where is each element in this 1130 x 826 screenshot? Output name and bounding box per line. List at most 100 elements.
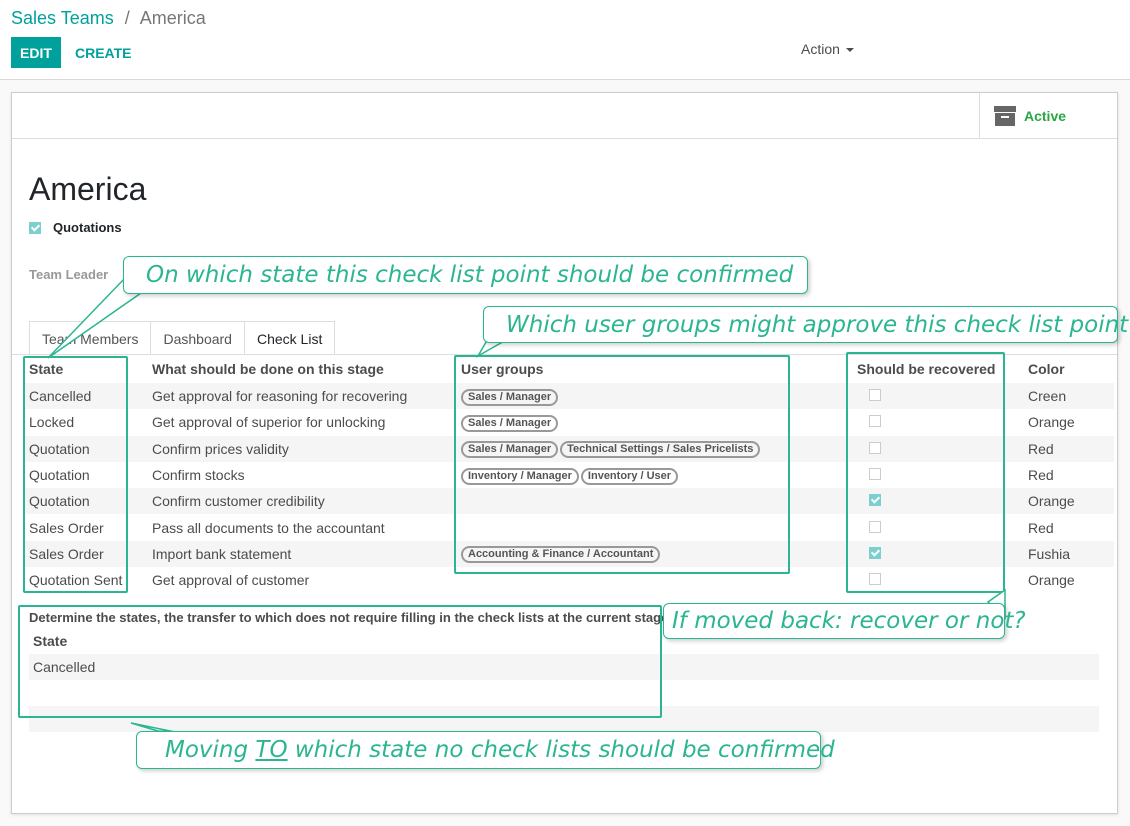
table-row[interactable]: Quotation Sent Get approval of customer Or… — [24, 567, 1114, 594]
table-row[interactable]: Sales Order Import bank statement Accounti… — [24, 540, 1114, 568]
user-group-tag: Inventory / Manager — [461, 467, 579, 485]
create-button[interactable]: CREATE — [66, 37, 141, 68]
user-group-tag: Accounting & Finance / Accountant — [461, 546, 661, 564]
tab-dashboard[interactable]: Dashboard — [150, 321, 245, 355]
tab-team-members[interactable]: Team Members — [29, 321, 152, 355]
button-box: Active — [12, 93, 1117, 139]
table-row-empty — [29, 680, 1099, 706]
callout-user-groups: Which user groups might approve this che… — [483, 306, 1128, 343]
state-cell: Sales Order — [24, 540, 147, 568]
callout-recover-text: If moved back: recover or not? — [672, 608, 1026, 634]
recovered-cell — [852, 383, 1023, 410]
table-row[interactable]: Sales Order Pass all documents to the acc… — [24, 514, 1114, 541]
callout-moving-pre: Moving — [165, 737, 256, 763]
notebook-tabs: Team Members Dashboard Check List — [29, 321, 336, 356]
action-dropdown[interactable]: Action — [801, 41, 854, 57]
active-toggle-button[interactable]: Active — [979, 93, 1117, 139]
recovered-checkbox[interactable] — [869, 520, 881, 533]
record-title: America — [29, 171, 147, 207]
color-cell: Orange — [1023, 409, 1114, 436]
form-sheet: Active America Quotations Team Leader Te… — [11, 92, 1118, 814]
action-label: Action — [801, 41, 840, 57]
tab-check-list[interactable]: Check List — [243, 321, 336, 356]
user-group-tag: Sales / Manager — [461, 441, 559, 459]
callout-moving-to-word: TO — [255, 737, 288, 763]
color-cell: Orange — [1023, 488, 1114, 515]
recovered-checkbox[interactable] — [869, 546, 881, 559]
quotations-checkbox[interactable] — [29, 221, 41, 234]
user-group-tag: Technical Settings / Sales Pricelists — [560, 441, 761, 459]
user-group-tag: Sales / Manager — [461, 388, 559, 406]
color-cell: Creen — [1023, 383, 1114, 410]
caret-down-icon — [845, 48, 854, 53]
user-groups-cell: Sales / Manager Technical Settings / Sale… — [456, 435, 852, 462]
state-cell: Cancelled — [24, 383, 147, 410]
recovered-checkbox[interactable] — [869, 468, 881, 481]
check-list-table: State What should be done on this stage … — [24, 355, 1114, 594]
action-cell: Confirm stocks — [147, 461, 456, 489]
user-groups-cell: Sales / Manager — [456, 383, 852, 410]
table-row[interactable]: Locked Get approval of superior for unloc… — [24, 409, 1114, 436]
column-header-recovered[interactable]: Should be recovered — [852, 355, 1023, 383]
quotations-field: Quotations — [29, 220, 122, 235]
recovered-checkbox[interactable] — [869, 389, 881, 402]
breadcrumb-separator: / — [124, 8, 130, 28]
callout-moving-post: which state no check lists should be con… — [287, 737, 835, 763]
table-row[interactable]: Quotation Confirm stocks Inventory / Manag… — [24, 461, 1114, 489]
table-row[interactable]: Cancelled — [29, 654, 1099, 680]
table-header-row: State What should be done on this stage … — [24, 355, 1114, 383]
recovered-cell — [852, 461, 1023, 489]
quotations-label: Quotations — [53, 220, 122, 235]
column-header-state[interactable]: State — [24, 355, 147, 383]
table-row[interactable]: Quotation Confirm prices validity Sales / … — [24, 435, 1114, 462]
table-row[interactable]: Cancelled Get approval for reasoning for … — [24, 383, 1114, 410]
color-cell: Fushia — [1023, 540, 1114, 568]
active-label: Active — [1024, 108, 1067, 124]
action-cell: Get approval of customer — [147, 567, 456, 594]
user-group-tag: Sales / Manager — [461, 414, 559, 432]
table-row-empty — [29, 706, 1099, 732]
color-cell: Red — [1023, 435, 1114, 462]
action-cell: Pass all documents to the accountant — [147, 514, 456, 541]
callout-recover: If moved back: recover or not? — [663, 603, 1026, 639]
state-cell: Quotation Sent — [24, 567, 147, 594]
user-groups-cell — [456, 514, 852, 541]
breadcrumb-sales-teams[interactable]: Sales Teams — [11, 8, 114, 28]
column-header-action[interactable]: What should be done on this stage — [147, 355, 456, 383]
breadcrumb-current: America — [139, 8, 206, 28]
callout-moving-to: Moving TO which state no check lists sho… — [136, 731, 835, 769]
callout-state: On which state this check list point sho… — [123, 256, 808, 294]
team-leader-label: Team Leader — [29, 267, 109, 282]
user-groups-cell: Sales / Manager — [456, 409, 852, 436]
recovered-cell — [852, 488, 1023, 515]
user-group-tag: Inventory / User — [580, 467, 679, 485]
action-cell: Confirm prices validity — [147, 435, 456, 462]
column-header-color[interactable]: Color — [1023, 355, 1114, 383]
no-check-states-title: Determine the states, the transfer to wh… — [29, 610, 669, 625]
action-cell: Import bank statement — [147, 540, 456, 568]
edit-button[interactable]: EDIT — [11, 37, 61, 68]
user-groups-cell: Accounting & Finance / Accountant — [456, 540, 852, 568]
no-check-states-table: State Cancelled — [29, 627, 1099, 732]
user-groups-cell: Inventory / Manager Inventory / User — [456, 461, 852, 489]
recovered-checkbox[interactable] — [869, 494, 881, 507]
callout-state-text: On which state this check list point sho… — [146, 262, 794, 288]
action-cell: Get approval of superior for unlocking — [147, 409, 456, 436]
user-groups-cell — [456, 567, 852, 594]
color-cell: Red — [1023, 514, 1114, 541]
action-cell: Get approval for reasoning for recoverin… — [147, 383, 456, 410]
column-header-user-groups[interactable]: User groups — [456, 355, 852, 383]
state-cell: Quotation — [24, 461, 147, 489]
recovered-cell — [852, 514, 1023, 541]
table-row[interactable]: Quotation Confirm customer credibility Ora… — [24, 488, 1114, 515]
state-cell: Sales Order — [24, 514, 147, 541]
recovered-checkbox[interactable] — [869, 573, 881, 586]
recovered-checkbox[interactable] — [869, 415, 881, 428]
state-cell: Quotation — [24, 435, 147, 462]
state-cell: Cancelled — [29, 654, 1099, 680]
recovered-cell — [852, 409, 1023, 436]
state-cell: Quotation — [24, 488, 147, 515]
callout-groups-text: Which user groups might approve this che… — [506, 311, 1129, 338]
recovered-checkbox[interactable] — [869, 441, 881, 454]
recovered-cell — [852, 435, 1023, 462]
